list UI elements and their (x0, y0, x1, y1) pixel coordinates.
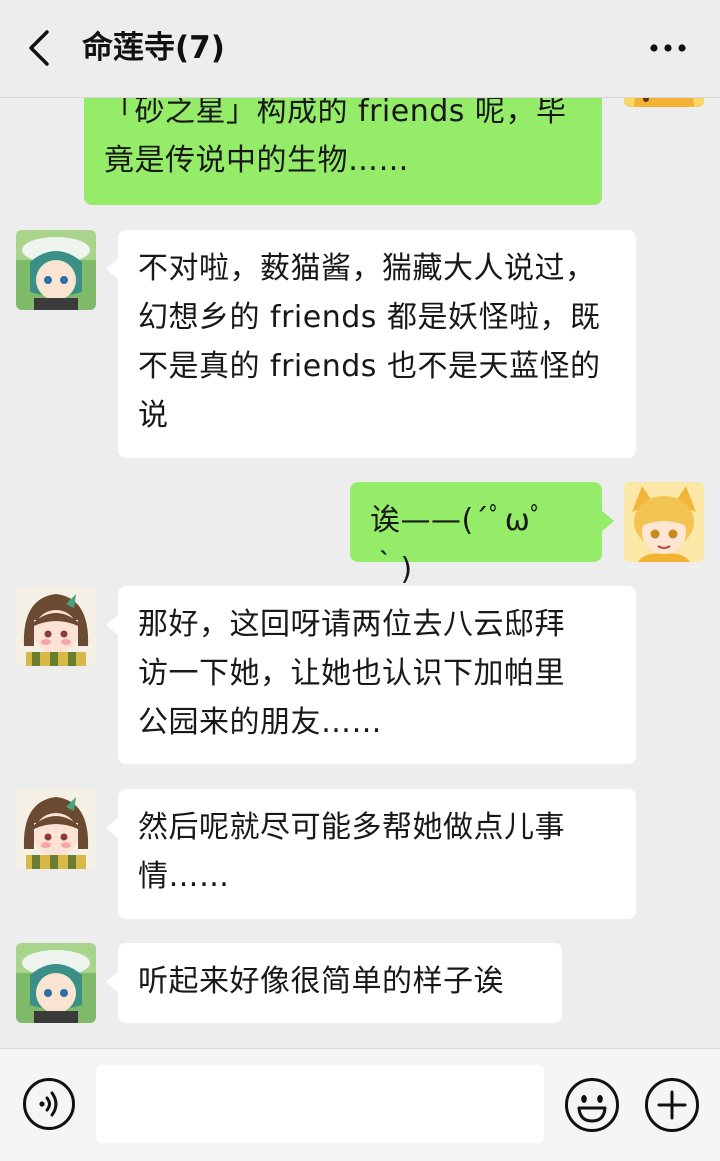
emoji-button[interactable] (564, 1077, 620, 1133)
emoji-icon (565, 1078, 619, 1132)
message-line: 然后呢就尽可能多帮她做点儿事 (138, 810, 565, 845)
message-line: 幻想乡的 friends 都是妖怪啦，既 (138, 300, 601, 335)
chat-title: 命莲寺(7) (82, 30, 225, 66)
avatar-serval[interactable] (624, 97, 704, 107)
message-bubble-incoming[interactable]: 那好，这回呀请两位去八云邸拜 访一下她，让她也认识下加帕里 公园来的朋友…… (106, 586, 636, 764)
message-line: 情…… (138, 859, 230, 894)
message-line: 不是真的 friends 也不是天蓝怪的 (138, 349, 601, 384)
avatar-kaban[interactable] (16, 943, 96, 1023)
message-list[interactable]: 「砂之星」构成的 friends 呢，毕 竟是传说中的生物…… 不对啦，薮猫酱，… (0, 97, 720, 1048)
message-line: 访一下她，让她也认识下加帕里 (138, 656, 565, 691)
avatar-kaban[interactable] (16, 230, 96, 310)
message-line: 不对啦，薮猫酱，猯藏大人说过， (138, 251, 596, 286)
input-bar (0, 1048, 720, 1161)
message-bubble-incoming[interactable]: 不对啦，薮猫酱，猯藏大人说过， 幻想乡的 friends 都是妖怪啦，既 不是真… (106, 230, 636, 458)
message-text: 诶——(´ﾟωﾟ｀) (370, 503, 546, 587)
avatar-kyouko[interactable] (16, 586, 96, 666)
plus-button[interactable] (644, 1077, 700, 1133)
message-bubble-incoming[interactable]: 听起来好像很简单的样子诶 (106, 943, 562, 1023)
message-bubble-outgoing[interactable]: 「砂之星」构成的 friends 呢，毕 竟是传说中的生物…… (84, 97, 602, 205)
back-button[interactable] (22, 28, 62, 68)
message-line: 说 (138, 398, 169, 433)
message-line: 公园来的朋友…… (138, 705, 382, 740)
message-line: 那好，这回呀请两位去八云邸拜 (138, 607, 565, 642)
avatar-kyouko[interactable] (16, 789, 96, 869)
plus-icon (645, 1078, 699, 1132)
message-text: 听起来好像很简单的样子诶 (138, 964, 504, 999)
more-button[interactable] (646, 30, 690, 66)
ellipsis-icon (650, 44, 686, 52)
voice-button[interactable] (22, 1077, 76, 1131)
avatar-serval[interactable] (624, 482, 704, 562)
chat-header: 命莲寺(7) (0, 0, 720, 98)
message-bubble-outgoing[interactable]: 诶——(´ﾟωﾟ｀) (350, 482, 614, 587)
voice-icon (23, 1078, 75, 1130)
message-line: 「砂之星」构成的 friends 呢，毕 (104, 97, 567, 129)
message-input[interactable] (96, 1065, 544, 1143)
chevron-left-icon (29, 30, 49, 66)
message-line: 竟是传说中的生物…… (104, 143, 409, 178)
message-bubble-incoming[interactable]: 然后呢就尽可能多帮她做点儿事 情…… (106, 789, 636, 919)
